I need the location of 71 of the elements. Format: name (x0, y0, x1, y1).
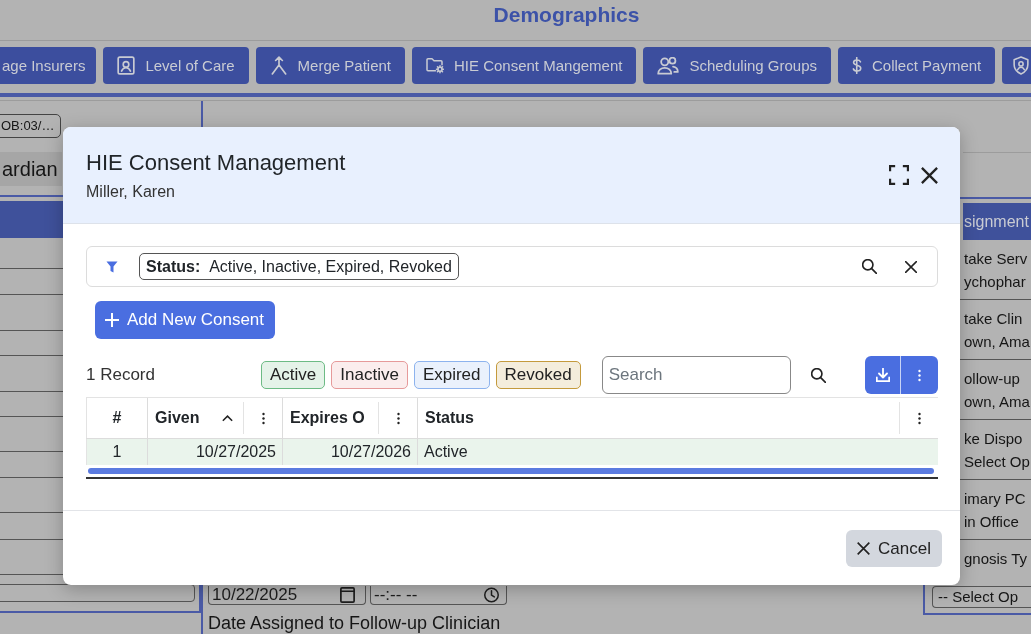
field-value: Select Op (964, 452, 1030, 472)
toolbar-button[interactable]: age Insurers (0, 47, 97, 84)
cancel-button[interactable]: Cancel (846, 530, 942, 567)
status-tag[interactable]: Inactive (331, 361, 408, 389)
field-label: imary PC (964, 489, 1026, 509)
plus-icon (105, 313, 119, 327)
id-badge-icon (117, 56, 136, 75)
vertical-dots-icon[interactable] (917, 411, 921, 425)
field-label: take Serv (964, 249, 1028, 269)
expand-icon[interactable] (889, 165, 909, 185)
scrollbar[interactable] (88, 468, 934, 474)
date-field[interactable]: 10/22/2025 (208, 586, 366, 605)
toolbar-button[interactable]: Scheduling Groups (643, 47, 831, 84)
status-tag[interactable]: Expired (413, 361, 490, 389)
search-icon[interactable] (810, 367, 826, 383)
more-button[interactable] (900, 356, 938, 394)
vertical-dots-icon (918, 368, 921, 382)
field-label: Date Assigned to Follow-up Clinician (208, 612, 501, 634)
table-cell: 10/27/2026 (330, 443, 411, 461)
toolbar-button[interactable]: Level of Care (103, 47, 249, 84)
field-value: in Office (964, 512, 1019, 532)
vertical-dots-icon[interactable] (396, 411, 400, 425)
field-label: ollow-up (964, 369, 1020, 389)
toolbar-button[interactable] (1002, 47, 1031, 84)
section-tab[interactable]: ardian (0, 152, 62, 186)
add-consent-button[interactable]: Add New Consent (95, 301, 276, 339)
table-cell: 1 (112, 443, 122, 461)
dialog-title: HIE Consent Management (86, 149, 346, 177)
dialog-subtitle: Miller, Karen (86, 182, 175, 202)
status-tag[interactable]: Revoked (495, 361, 581, 389)
toolbar-button[interactable]: HIE Consent Mangement (412, 47, 637, 84)
page-title: Demographics (493, 3, 640, 27)
close-icon[interactable] (905, 260, 917, 273)
merge-arrows-icon (269, 56, 288, 75)
shield-person-icon (1012, 56, 1031, 75)
record-count: 1 Record (86, 365, 155, 384)
field-label: ke Dispo (964, 429, 1023, 449)
folder-gear-icon (426, 56, 444, 75)
download-button[interactable] (865, 356, 900, 394)
table-cell: Active (424, 443, 468, 461)
table-row[interactable]: 1 10/27/2025 10/27/2026 Active (86, 439, 938, 465)
time-field[interactable]: --:-- -- (370, 586, 507, 605)
vertical-dots-icon[interactable] (261, 411, 265, 425)
column-header[interactable]: Given (155, 409, 200, 427)
close-icon[interactable] (921, 166, 938, 184)
patient-chip[interactable]: OB:03/… (0, 114, 62, 138)
field-label: gnosis Ty (964, 549, 1028, 569)
field-value: ychophar (964, 272, 1026, 292)
close-icon (857, 542, 871, 555)
field-value: own, Ama (964, 332, 1030, 352)
search-icon[interactable] (862, 259, 877, 274)
download-icon (875, 368, 890, 382)
field-label: take Clin (964, 309, 1023, 329)
filter-chip[interactable]: Status: Active, Inactive, Expired, Revoked (139, 253, 459, 280)
toolbar-button[interactable]: Collect Payment (838, 47, 996, 84)
panel-header: signment (963, 203, 1031, 240)
column-header[interactable]: # (112, 409, 122, 427)
dollar-icon (852, 57, 862, 74)
table-cell: 10/27/2025 (195, 443, 276, 461)
field-value: own, Ama (964, 392, 1030, 412)
search-field[interactable]: Search (601, 356, 791, 394)
calendar-icon[interactable] (340, 587, 355, 603)
status-tag[interactable]: Active (261, 361, 326, 389)
select-field[interactable]: -- Select Op (932, 586, 1031, 608)
sort-up-icon[interactable] (222, 414, 233, 422)
column-header[interactable]: Status (425, 409, 474, 427)
column-header[interactable]: Expires O (290, 409, 365, 427)
people-icon (657, 56, 680, 75)
filter-icon[interactable] (106, 260, 118, 273)
toolbar-button[interactable]: Merge Patient (255, 47, 405, 84)
clock-icon[interactable] (484, 587, 499, 603)
